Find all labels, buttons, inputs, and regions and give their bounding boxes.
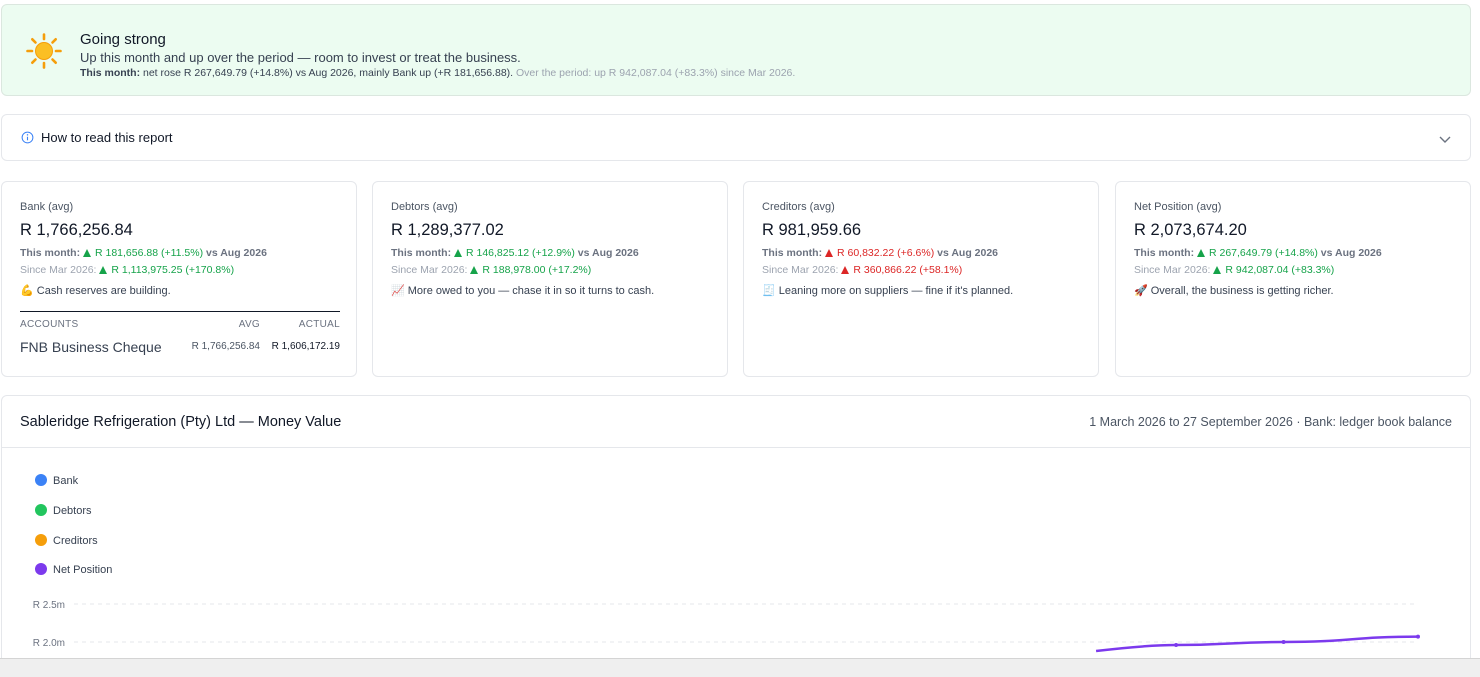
month-label: This month: [762, 247, 823, 259]
card-note: 🧾 Leaning more on suppliers — fine if it… [762, 285, 1014, 297]
up-arrow-icon [99, 266, 108, 274]
card-title: Creditors (avg) [762, 201, 835, 213]
legend-item-debtors[interactable]: Debtors [35, 504, 92, 517]
sun-icon [26, 33, 62, 69]
card-since-change: Since Mar 2026: R 1,113,975.25 (+170.8%) [20, 264, 234, 276]
chart-panel: Sableridge Refrigeration (Pty) Ltd — Mon… [1, 395, 1471, 677]
up-arrow-icon [470, 266, 479, 274]
since-label: Since Mar 2026: [391, 264, 468, 276]
line-chart: R 2.5m R 2.0m [33, 600, 1420, 653]
legend-dot [35, 504, 47, 516]
month-change-value: R 146,825.12 (+12.9%) [466, 247, 575, 259]
since-label: Since Mar 2026: [1134, 264, 1211, 276]
card-note: 🚀 Overall, the business is getting riche… [1134, 285, 1334, 297]
account-name: FNB Business Cheque [20, 339, 162, 355]
legend-label: Bank [53, 475, 79, 487]
card-month-change: This month: R 181,656.88 (+11.5%) vs Aug… [20, 247, 267, 259]
creditors-card: Creditors (avg) R 981,959.66 This month:… [743, 181, 1099, 377]
accounts-header-avg: AVG [238, 319, 260, 330]
legend-label: Net Position [53, 564, 113, 576]
card-title: Net Position (avg) [1134, 201, 1222, 213]
card-month-change: This month: R 146,825.12 (+12.9%) vs Aug… [391, 247, 639, 259]
card-since-change: Since Mar 2026: R 188,978.00 (+17.2%) [391, 264, 591, 276]
report-page: Going strong Up this month and up over t… [0, 0, 1480, 677]
up-arrow-icon [1213, 266, 1222, 274]
card-month-change: This month: R 60,832.22 (+6.6%) vs Aug 2… [762, 247, 998, 259]
y-tick-label: R 2.0m [33, 638, 65, 649]
card-value: R 1,289,377.02 [391, 221, 504, 239]
legend-item-bank[interactable]: Bank [35, 474, 78, 487]
up-arrow-icon [841, 266, 850, 274]
month-label: This month: [20, 247, 81, 259]
month-change-value: R 267,649.79 (+14.8%) [1209, 247, 1318, 259]
legend-label: Debtors [53, 505, 92, 517]
up-arrow-icon [454, 249, 462, 257]
data-point[interactable] [1174, 643, 1179, 648]
legend-item-creditors[interactable]: Creditors [35, 534, 98, 547]
card-since-change: Since Mar 2026: R 360,866.22 (+58.1%) [762, 264, 962, 276]
banner-subtitle: Up this month and up over the period — r… [80, 50, 521, 65]
divider [2, 447, 1470, 448]
banner-period-text: Over the period: up R 942,087.04 (+83.3%… [516, 67, 796, 79]
card-note: 📈 More owed to you — chase it in so it t… [391, 285, 655, 297]
legend-item-net-position[interactable]: Net Position [35, 563, 112, 576]
since-change-value: R 188,978.00 (+17.2%) [482, 264, 592, 276]
since-change-value: R 1,113,975.25 (+170.8%) [111, 264, 235, 276]
account-actual: R 1,606,172.19 [271, 341, 340, 352]
month-vs: vs Aug 2026 [577, 247, 639, 259]
up-arrow-icon [825, 249, 833, 257]
account-avg: R 1,766,256.84 [191, 341, 260, 352]
legend-label: Creditors [53, 535, 98, 547]
chart-date-range: 1 March 2026 to 27 September 2026 · Bank… [1089, 415, 1452, 429]
how-to-read-label: How to read this report [41, 130, 173, 145]
how-to-read-toggle[interactable]: How to read this report [1, 114, 1471, 161]
debtors-card: Debtors (avg) R 1,289,377.02 This month:… [372, 181, 728, 377]
since-change-value: R 360,866.22 (+58.1%) [853, 264, 963, 276]
status-banner: Going strong Up this month and up over t… [1, 4, 1471, 96]
card-month-change: This month: R 267,649.79 (+14.8%) vs Aug… [1134, 247, 1382, 259]
chart-title: Sableridge Refrigeration (Pty) Ltd — Mon… [20, 414, 342, 430]
card-title: Bank (avg) [20, 201, 74, 213]
info-icon [21, 131, 34, 144]
banner-this-month-label: This month: [80, 67, 141, 79]
card-value: R 981,959.66 [762, 221, 862, 239]
card-note: 💪 Cash reserves are building. [20, 285, 171, 297]
banner-title: Going strong [80, 31, 166, 48]
card-since-change: Since Mar 2026: R 942,087.04 (+83.3%) [1134, 264, 1334, 276]
month-vs: vs Aug 2026 [937, 247, 999, 259]
legend-dot [35, 474, 47, 486]
accounts-header-name: ACCOUNTS [20, 319, 79, 330]
horizontal-scrollbar[interactable] [0, 658, 1480, 677]
card-value: R 2,073,674.20 [1134, 221, 1247, 239]
card-title: Debtors (avg) [391, 201, 458, 213]
since-label: Since Mar 2026: [762, 264, 839, 276]
up-arrow-icon [83, 249, 91, 257]
card-value: R 1,766,256.84 [20, 221, 133, 239]
data-point[interactable] [1281, 640, 1286, 644]
since-change-value: R 942,087.04 (+83.3%) [1225, 264, 1335, 276]
chevron-down-icon[interactable] [1438, 132, 1452, 146]
month-change-value: R 60,832.22 (+6.6%) [837, 247, 935, 259]
legend-dot [35, 534, 47, 546]
month-vs: vs Aug 2026 [1320, 247, 1382, 259]
legend-dot [35, 563, 47, 575]
y-tick-label: R 2.5m [33, 600, 65, 611]
banner-this-month-text: net rose R 267,649.79 (+14.8%) vs Aug 20… [143, 67, 514, 79]
up-arrow-icon [1197, 249, 1205, 257]
series-line-net-position [1095, 635, 1419, 653]
month-change-value: R 181,656.88 (+11.5%) [95, 247, 204, 259]
bank-card: Bank (avg) R 1,766,256.84 This month: R … [1, 181, 357, 377]
month-vs: vs Aug 2026 [206, 247, 267, 259]
accounts-table: ACCOUNTS AVG ACTUAL FNB Business Cheque … [20, 311, 340, 355]
net-position-card: Net Position (avg) R 2,073,674.20 This m… [1115, 181, 1471, 377]
month-label: This month: [1134, 247, 1195, 259]
accounts-header-actual: ACTUAL [298, 319, 340, 330]
since-label: Since Mar 2026: [20, 264, 97, 276]
banner-detail: This month: net rose R 267,649.79 (+14.8… [80, 67, 795, 79]
month-label: This month: [391, 247, 452, 259]
data-point[interactable] [1416, 634, 1420, 639]
